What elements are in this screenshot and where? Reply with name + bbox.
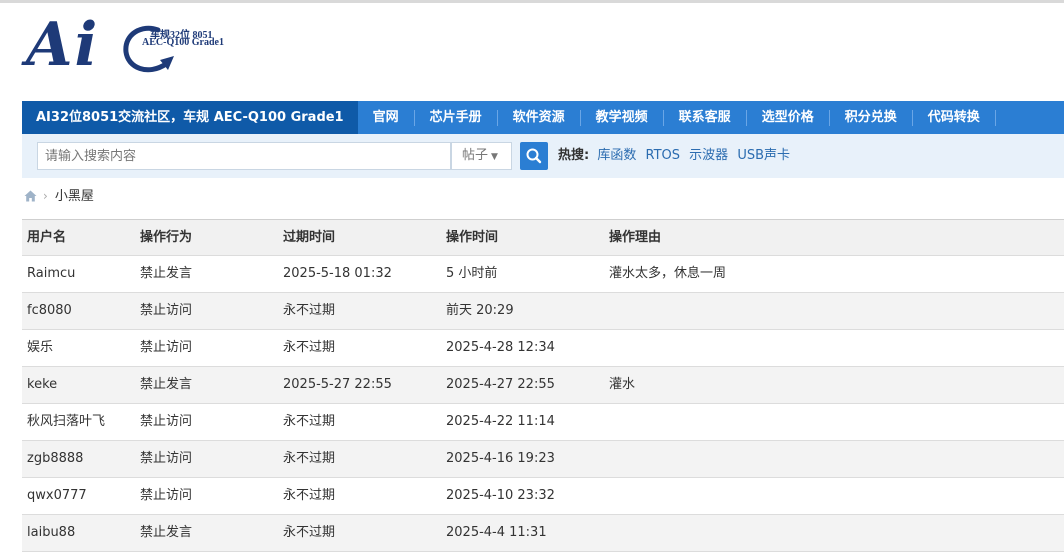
cell-reason: 灌水 xyxy=(609,377,636,392)
main-nav: AI32位8051交流社区，车规 AEC-Q100 Grade1 官网 芯片手册… xyxy=(22,101,1064,134)
nav-item-selection-price[interactable]: 选型价格 xyxy=(747,109,830,126)
cell-username[interactable]: qwx0777 xyxy=(27,478,87,514)
cell-expire-time: 2025-5-27 22:55 xyxy=(283,377,392,392)
hot-link-oscilloscope[interactable]: 示波器 xyxy=(689,148,728,163)
cell-action: 禁止发言 xyxy=(140,377,193,392)
table-header: 用户名 操作行为 过期时间 操作时间 操作理由 xyxy=(22,220,1064,256)
nav-item-software[interactable]: 软件资源 xyxy=(498,109,581,126)
logo-tagline-2: AEC-Q100 Grade1 xyxy=(142,37,224,48)
cell-expire-time: 永不过期 xyxy=(283,488,336,503)
cell-username[interactable]: Raimcu xyxy=(27,256,75,292)
cell-expire-time: 2025-5-18 01:32 xyxy=(283,266,392,281)
cell-action: 禁止发言 xyxy=(140,525,193,540)
cell-expire-time: 永不过期 xyxy=(283,525,336,540)
header-operation-time: 操作时间 xyxy=(446,230,499,245)
search-button[interactable] xyxy=(520,142,548,170)
cell-operation-time: 2025-4-28 12:34 xyxy=(446,340,555,355)
cell-action: 禁止访问 xyxy=(140,340,193,355)
nav-item-tutorial-videos[interactable]: 教学视频 xyxy=(581,109,664,126)
cell-operation-time: 2025-4-22 11:14 xyxy=(446,414,555,429)
header-action: 操作行为 xyxy=(140,230,193,245)
cell-operation-time: 前天 20:29 xyxy=(446,303,514,318)
nav-item-contact-support[interactable]: 联系客服 xyxy=(664,109,747,126)
site-logo[interactable]: Ai 车规32位 8051 AEC-Q100 Grade1 xyxy=(24,10,254,82)
breadcrumb-separator-icon: › xyxy=(43,189,48,203)
cell-reason: 灌水太多，休息一周 xyxy=(609,266,727,281)
cell-expire-time: 永不过期 xyxy=(283,303,336,318)
cell-action: 禁止访问 xyxy=(140,488,193,503)
cell-expire-time: 永不过期 xyxy=(283,340,336,355)
table-row: zgb8888 禁止访问 永不过期 2025-4-16 19:23 xyxy=(22,441,1064,478)
cell-expire-time: 永不过期 xyxy=(283,451,336,466)
nav-item-points-exchange[interactable]: 积分兑换 xyxy=(830,109,913,126)
search-icon xyxy=(526,148,542,164)
nav-site-title[interactable]: AI32位8051交流社区，车规 AEC-Q100 Grade1 xyxy=(22,101,358,134)
cell-username[interactable]: laibu88 xyxy=(27,515,75,551)
header-expire-time: 过期时间 xyxy=(283,230,336,245)
breadcrumb: › 小黑屋 xyxy=(24,186,94,206)
nav-item-official-site[interactable]: 官网 xyxy=(358,109,415,126)
cell-username[interactable]: keke xyxy=(27,367,57,403)
table-row: qwx0777 禁止访问 永不过期 2025-4-10 23:32 xyxy=(22,478,1064,515)
cell-operation-time: 2025-4-27 22:55 xyxy=(446,377,555,392)
top-border xyxy=(0,0,1064,3)
table-row: Raimcu 禁止发言 2025-5-18 01:32 5 小时前 灌水太多，休… xyxy=(22,256,1064,293)
home-icon[interactable] xyxy=(24,190,37,202)
cell-action: 禁止发言 xyxy=(140,266,193,281)
breadcrumb-current: 小黑屋 xyxy=(54,189,94,204)
search-type-label: 帖子 xyxy=(462,148,489,163)
cell-expire-time: 永不过期 xyxy=(283,414,336,429)
nav-item-chip-manual[interactable]: 芯片手册 xyxy=(415,109,498,126)
cell-operation-time: 2025-4-4 11:31 xyxy=(446,525,547,540)
nav-item-code-convert[interactable]: 代码转换 xyxy=(913,109,996,126)
search-bar: 帖子▼ 热搜: 库函数 RTOS 示波器 USB声卡 xyxy=(22,134,1064,178)
search-input[interactable] xyxy=(37,142,451,170)
search-type-select[interactable]: 帖子 ▼ xyxy=(451,142,512,170)
blacklist-table: 用户名 操作行为 过期时间 操作时间 操作理由 Raimcu 禁止发言 2025… xyxy=(22,219,1064,552)
table-row: laibu88 禁止发言 永不过期 2025-4-4 11:31 xyxy=(22,515,1064,552)
hot-search-label: 热搜: xyxy=(558,148,590,163)
hot-search: 热搜: 库函数 RTOS 示波器 USB声卡 xyxy=(558,134,795,178)
hot-link-library[interactable]: 库函数 xyxy=(597,148,636,163)
table-row: 秋风扫落叶飞 禁止访问 永不过期 2025-4-22 11:14 xyxy=(22,404,1064,441)
hot-link-usb-soundcard[interactable]: USB声卡 xyxy=(737,148,790,163)
cell-operation-time: 5 小时前 xyxy=(446,266,498,281)
cell-operation-time: 2025-4-16 19:23 xyxy=(446,451,555,466)
cell-action: 禁止访问 xyxy=(140,414,193,429)
table-row: fc8080 禁止访问 永不过期 前天 20:29 xyxy=(22,293,1064,330)
hot-link-rtos[interactable]: RTOS xyxy=(646,148,681,163)
cell-username[interactable]: fc8080 xyxy=(27,293,72,329)
cell-username[interactable]: 娱乐 xyxy=(27,330,53,366)
cell-operation-time: 2025-4-10 23:32 xyxy=(446,488,555,503)
cell-username[interactable]: 秋风扫落叶飞 xyxy=(27,404,105,440)
cell-action: 禁止访问 xyxy=(140,451,193,466)
logo-letters: Ai xyxy=(26,10,100,80)
table-row: 娱乐 禁止访问 永不过期 2025-4-28 12:34 xyxy=(22,330,1064,367)
cell-action: 禁止访问 xyxy=(140,303,193,318)
table-row: keke 禁止发言 2025-5-27 22:55 2025-4-27 22:5… xyxy=(22,367,1064,404)
cell-username[interactable]: zgb8888 xyxy=(27,441,83,477)
header-reason: 操作理由 xyxy=(609,230,662,245)
chevron-down-icon: ▼ xyxy=(491,152,498,162)
header-username: 用户名 xyxy=(27,230,67,245)
